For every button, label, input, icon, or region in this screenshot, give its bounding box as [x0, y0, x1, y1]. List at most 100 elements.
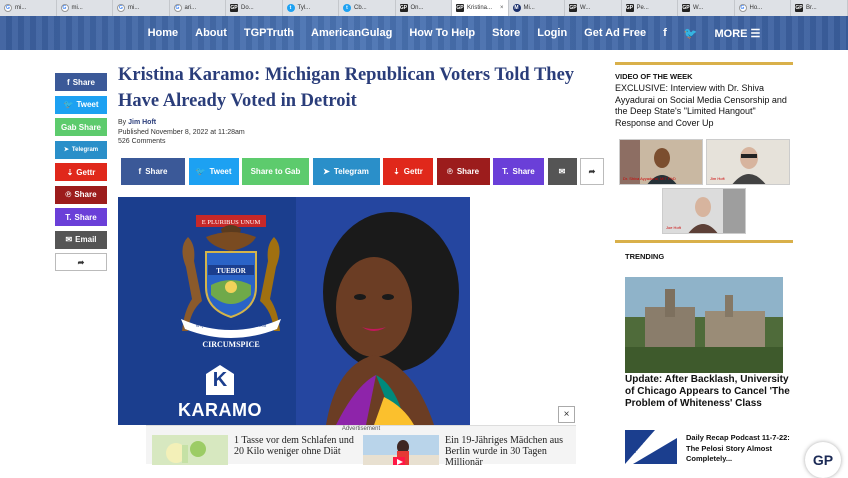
- seal-bottom-text: CIRCUMSPICE: [202, 340, 259, 349]
- browser-tab[interactable]: Gari...: [170, 0, 226, 16]
- left-share-gab-share-button[interactable]: Gab Share: [55, 118, 107, 136]
- share-bar-share-to-gab-button[interactable]: Share to Gab: [242, 158, 309, 185]
- browser-tab[interactable]: t Tyl...: [283, 0, 339, 16]
- right-sidebar: VIDEO OF THE WEEK EXCLUSIVE: Interview w…: [615, 62, 793, 129]
- share-bar-tweet-button[interactable]: 🐦 Tweet: [188, 158, 239, 185]
- browser-tab[interactable]: GP On...: [396, 0, 452, 16]
- trending-article-2-title[interactable]: Daily Recap Podcast 11-7-22: The Pelosi …: [686, 433, 796, 465]
- share-bar-icon: ℗: [446, 167, 453, 176]
- author-link[interactable]: Jim Hoft: [128, 119, 156, 126]
- browser-tab[interactable]: M Mi...: [509, 0, 565, 16]
- published-date: Published November 8, 2022 at 11:28am: [118, 128, 245, 136]
- gp-favicon-icon: GP: [399, 4, 408, 12]
- share-label: Share: [72, 77, 95, 87]
- site-favicon-icon: M: [512, 4, 521, 12]
- gp-floating-badge[interactable]: GP: [805, 442, 841, 478]
- browser-tab[interactable]: GP Do...: [226, 0, 283, 16]
- left-share-share-button[interactable]: T. Share: [55, 208, 107, 226]
- left-share-column: f Share 🐦 Tweet Gab Share ➤ Telegram ⇣ Gettr ℗ Sha…: [55, 73, 107, 276]
- browser-tab[interactable]: Gmi...: [57, 0, 113, 16]
- share-label: Gab Share: [60, 122, 101, 132]
- karamo-brand-text: KARAMO: [178, 400, 262, 420]
- share-bar-icon: T.: [502, 167, 509, 176]
- twitter-icon[interactable]: 🐦: [684, 27, 698, 40]
- browser-tab[interactable]: GP Kristina... ×: [452, 0, 509, 16]
- browser-tab[interactable]: GP W...: [678, 0, 735, 16]
- share-bar-email-button[interactable]: ✉: [547, 158, 577, 185]
- browser-tab[interactable]: GP W...: [565, 0, 622, 16]
- browser-tab-title: ari...: [184, 5, 197, 11]
- browser-tab[interactable]: t Cb...: [339, 0, 396, 16]
- facebook-icon[interactable]: f: [663, 27, 667, 39]
- trending-video-image: Video: [625, 430, 677, 464]
- twitter-favicon-icon: t: [343, 4, 351, 12]
- more-menu-button[interactable]: MORE ☰: [715, 27, 761, 40]
- candidate-portrait-image: [296, 197, 470, 425]
- share-bar-share-button[interactable]: f Share: [121, 158, 185, 185]
- share-label: Telegram: [333, 167, 369, 176]
- share-bar-share-button[interactable]: T. Share: [493, 158, 544, 185]
- video-thumb-joe[interactable]: Joe Hoft: [662, 188, 746, 234]
- thumb-label-3: Joe Hoft: [666, 225, 681, 230]
- site-navigation: Home About TGPTruth AmericanGulag How To Hel…: [0, 16, 848, 50]
- ad-item-2[interactable]: Ein 19-Jähriges Mädchen aus Berlin wurde…: [363, 435, 575, 468]
- left-share-tweet-button[interactable]: 🐦 Tweet: [55, 95, 107, 114]
- left-share-email-button[interactable]: ✉ Email: [55, 230, 107, 249]
- video-thumb-shiva[interactable]: Dr. Shiva Ayyadurai, MIT PhD: [619, 139, 703, 185]
- browser-tab-title: W...: [693, 5, 704, 11]
- advertisement-label: Advertisement: [341, 426, 381, 432]
- nav-item-americangulag[interactable]: AmericanGulag: [311, 27, 392, 39]
- share-bar-icon: 🐦: [195, 167, 206, 176]
- seal-banner-text: E PLURIBUS UNUM: [202, 219, 261, 226]
- browser-tab-title: Pe...: [636, 5, 649, 11]
- nav-item-about[interactable]: About: [195, 27, 227, 39]
- nav-item-get-ad-free[interactable]: Get Ad Free: [584, 27, 646, 39]
- nav-item-store[interactable]: Store: [492, 27, 520, 39]
- gp-favicon-icon: GP: [625, 4, 634, 12]
- ad-item-1-text: 1 Tasse vor dem Schlafen und 20 Kilo wen…: [234, 435, 354, 457]
- trending-article-2-thumb[interactable]: Video: [625, 430, 677, 464]
- browser-tab[interactable]: GP Br...: [791, 0, 848, 16]
- logo-letter: K: [212, 368, 228, 391]
- left-share-share-button[interactable]: f Share: [55, 73, 107, 91]
- thumb-label-2: Jim Hoft: [710, 176, 725, 181]
- nav-item-home[interactable]: Home: [148, 27, 179, 39]
- browser-tab-title: On...: [410, 5, 424, 11]
- nav-item-how-to-help[interactable]: How To Help: [409, 27, 475, 39]
- byline: By Jim Hoft: [118, 118, 245, 128]
- share-icon: ➦: [77, 257, 85, 267]
- ad-thumbnail-drink-image: [152, 435, 228, 465]
- share-icon: ℗: [65, 190, 72, 199]
- comments-count[interactable]: 526 Comments: [118, 137, 245, 147]
- seal-word-text: TUEBOR: [216, 267, 247, 275]
- google-favicon-icon: G: [738, 4, 747, 12]
- left-share-telegram-button[interactable]: ➤ Telegram: [55, 140, 107, 159]
- share-bar-icon: ➦: [588, 167, 596, 176]
- share-label: Share: [145, 167, 168, 176]
- browser-tab[interactable]: G Ho...: [735, 0, 791, 16]
- browser-tab[interactable]: Gmi...: [0, 0, 57, 16]
- share-bar-telegram-button[interactable]: ➤ Telegram: [312, 158, 380, 185]
- nav-item-tgptruth[interactable]: TGPTruth: [244, 27, 294, 39]
- share-bar-share-button[interactable]: ℗ Share: [436, 158, 490, 185]
- browser-tab[interactable]: Gmi...: [113, 0, 170, 16]
- left-share-gettr-button[interactable]: ⇣ Gettr: [55, 163, 107, 181]
- browser-tab-title: Br...: [806, 5, 817, 11]
- left-share-more-button[interactable]: ➦: [55, 253, 107, 271]
- video-thumb-jim[interactable]: Jim Hoft: [706, 139, 790, 185]
- share-label: Email: [75, 235, 97, 244]
- browser-tab[interactable]: GP Pe...: [622, 0, 678, 16]
- share-icon: ➤: [63, 147, 69, 153]
- share-bar-more-button[interactable]: ➦: [580, 158, 604, 185]
- video-of-week-title[interactable]: EXCLUSIVE: Interview with Dr. Shiva Ayya…: [615, 83, 793, 129]
- google-favicon-icon: G: [117, 4, 125, 12]
- close-tab-icon[interactable]: ×: [500, 5, 504, 11]
- trending-university-image[interactable]: [625, 277, 783, 373]
- nav-item-login[interactable]: Login: [537, 27, 567, 39]
- ad-close-button[interactable]: ×: [558, 406, 575, 423]
- trending-article-1-title[interactable]: Update: After Backlash, University of Ch…: [625, 374, 790, 410]
- browser-tab-title: Mi...: [523, 5, 535, 11]
- share-bar-gettr-button[interactable]: ⇣ Gettr: [383, 158, 433, 185]
- ad-item-1[interactable]: 1 Tasse vor dem Schlafen und 20 Kilo wen…: [152, 435, 364, 465]
- left-share-share-button[interactable]: ℗ Share: [55, 185, 107, 204]
